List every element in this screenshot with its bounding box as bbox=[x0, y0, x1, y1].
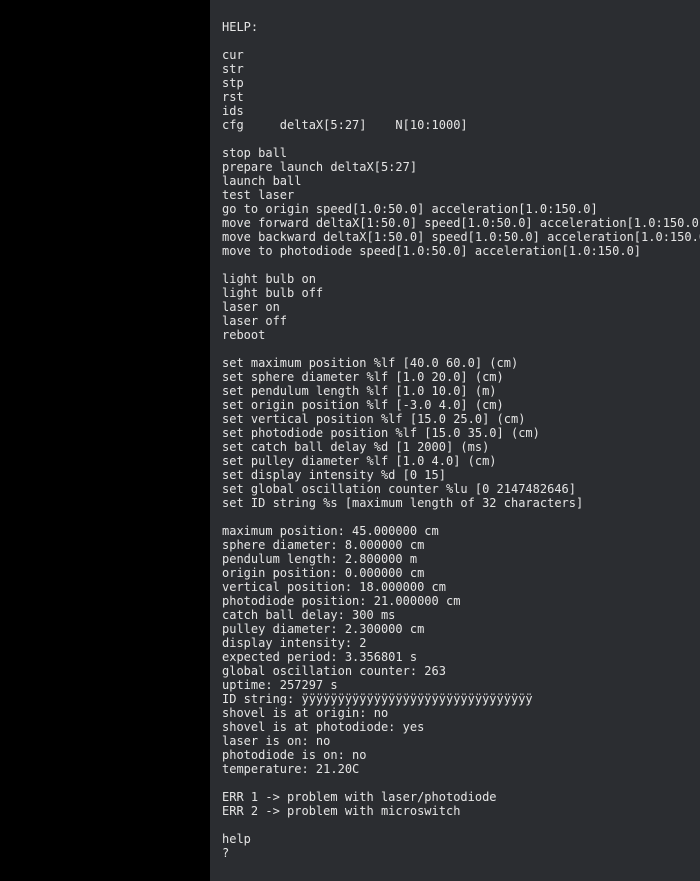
status-laser-on: laser is on: no bbox=[222, 734, 330, 748]
cmd-laser-off: laser off bbox=[222, 314, 287, 328]
status-expected-period: expected period: 3.356801 s bbox=[222, 650, 417, 664]
prompt-help: help bbox=[222, 832, 251, 846]
cmd-prepare-launch: prepare launch deltaX[5:27] bbox=[222, 160, 417, 174]
cmd-light-off: light bulb off bbox=[222, 286, 323, 300]
cmd-cur: cur bbox=[222, 48, 244, 62]
cmd-ids: ids bbox=[222, 104, 244, 118]
error-1: ERR 1 -> problem with laser/photodiode bbox=[222, 790, 497, 804]
cmd-move-forward: move forward deltaX[1:50.0] speed[1.0:50… bbox=[222, 216, 700, 230]
cmd-stp: stp bbox=[222, 76, 244, 90]
set-origin-position: set origin position %lf [-3.0 4.0] (cm) bbox=[222, 398, 504, 412]
set-oscillation-counter: set global oscillation counter %lu [0 21… bbox=[222, 482, 576, 496]
prompt-cursor[interactable]: ? bbox=[222, 846, 229, 860]
error-2: ERR 2 -> problem with microswitch bbox=[222, 804, 460, 818]
set-display-intensity: set display intensity %d [0 15] bbox=[222, 468, 446, 482]
cmd-launch-ball: launch ball bbox=[222, 174, 301, 188]
status-shovel-photodiode: shovel is at photodiode: yes bbox=[222, 720, 424, 734]
cmd-move-backward: move backward deltaX[1:50.0] speed[1.0:5… bbox=[222, 230, 700, 244]
set-max-position: set maximum position %lf [40.0 60.0] (cm… bbox=[222, 356, 518, 370]
status-photodiode-position: photodiode position: 21.000000 cm bbox=[222, 594, 460, 608]
status-id-string: ID string: ÿÿÿÿÿÿÿÿÿÿÿÿÿÿÿÿÿÿÿÿÿÿÿÿÿÿÿÿÿ… bbox=[222, 692, 533, 706]
set-sphere-diameter: set sphere diameter %lf [1.0 20.0] (cm) bbox=[222, 370, 504, 384]
set-id-string: set ID string %s [maximum length of 32 c… bbox=[222, 496, 583, 510]
status-uptime: uptime: 257297 s bbox=[222, 678, 338, 692]
status-sphere-diameter: sphere diameter: 8.000000 cm bbox=[222, 538, 424, 552]
cmd-cfg: cfg deltaX[5:27] N[10:1000] bbox=[222, 118, 468, 132]
status-oscillation-counter: global oscillation counter: 263 bbox=[222, 664, 446, 678]
status-pulley-diameter: pulley diameter: 2.300000 cm bbox=[222, 622, 424, 636]
status-catch-delay: catch ball delay: 300 ms bbox=[222, 608, 395, 622]
terminal-output[interactable]: HELP: cur str stp rst ids cfg deltaX[5:2… bbox=[210, 0, 700, 881]
status-display-intensity: display intensity: 2 bbox=[222, 636, 367, 650]
cmd-light-on: light bulb on bbox=[222, 272, 316, 286]
cmd-test-laser: test laser bbox=[222, 188, 294, 202]
set-catch-delay: set catch ball delay %d [1 2000] (ms) bbox=[222, 440, 489, 454]
status-origin-position: origin position: 0.000000 cm bbox=[222, 566, 424, 580]
status-photodiode-on: photodiode is on: no bbox=[222, 748, 367, 762]
status-pendulum-length: pendulum length: 2.800000 m bbox=[222, 552, 417, 566]
status-vertical-position: vertical position: 18.000000 cm bbox=[222, 580, 446, 594]
cmd-stop-ball: stop ball bbox=[222, 146, 287, 160]
set-pendulum-length: set pendulum length %lf [1.0 10.0] (m) bbox=[222, 384, 497, 398]
sidebar-panel bbox=[0, 0, 210, 881]
help-header: HELP: bbox=[222, 20, 258, 34]
cmd-reboot: reboot bbox=[222, 328, 265, 342]
set-photodiode-position: set photodiode position %lf [15.0 35.0] … bbox=[222, 426, 540, 440]
cmd-move-photodiode: move to photodiode speed[1.0:50.0] accel… bbox=[222, 244, 641, 258]
cmd-rst: rst bbox=[222, 90, 244, 104]
status-temperature: temperature: 21.20C bbox=[222, 762, 359, 776]
set-pulley-diameter: set pulley diameter %lf [1.0 4.0] (cm) bbox=[222, 454, 497, 468]
set-vertical-position: set vertical position %lf [15.0 25.0] (c… bbox=[222, 412, 525, 426]
cmd-str: str bbox=[222, 62, 244, 76]
status-shovel-origin: shovel is at origin: no bbox=[222, 706, 388, 720]
cmd-laser-on: laser on bbox=[222, 300, 280, 314]
cmd-go-origin: go to origin speed[1.0:50.0] acceleratio… bbox=[222, 202, 598, 216]
status-max-position: maximum position: 45.000000 cm bbox=[222, 524, 439, 538]
